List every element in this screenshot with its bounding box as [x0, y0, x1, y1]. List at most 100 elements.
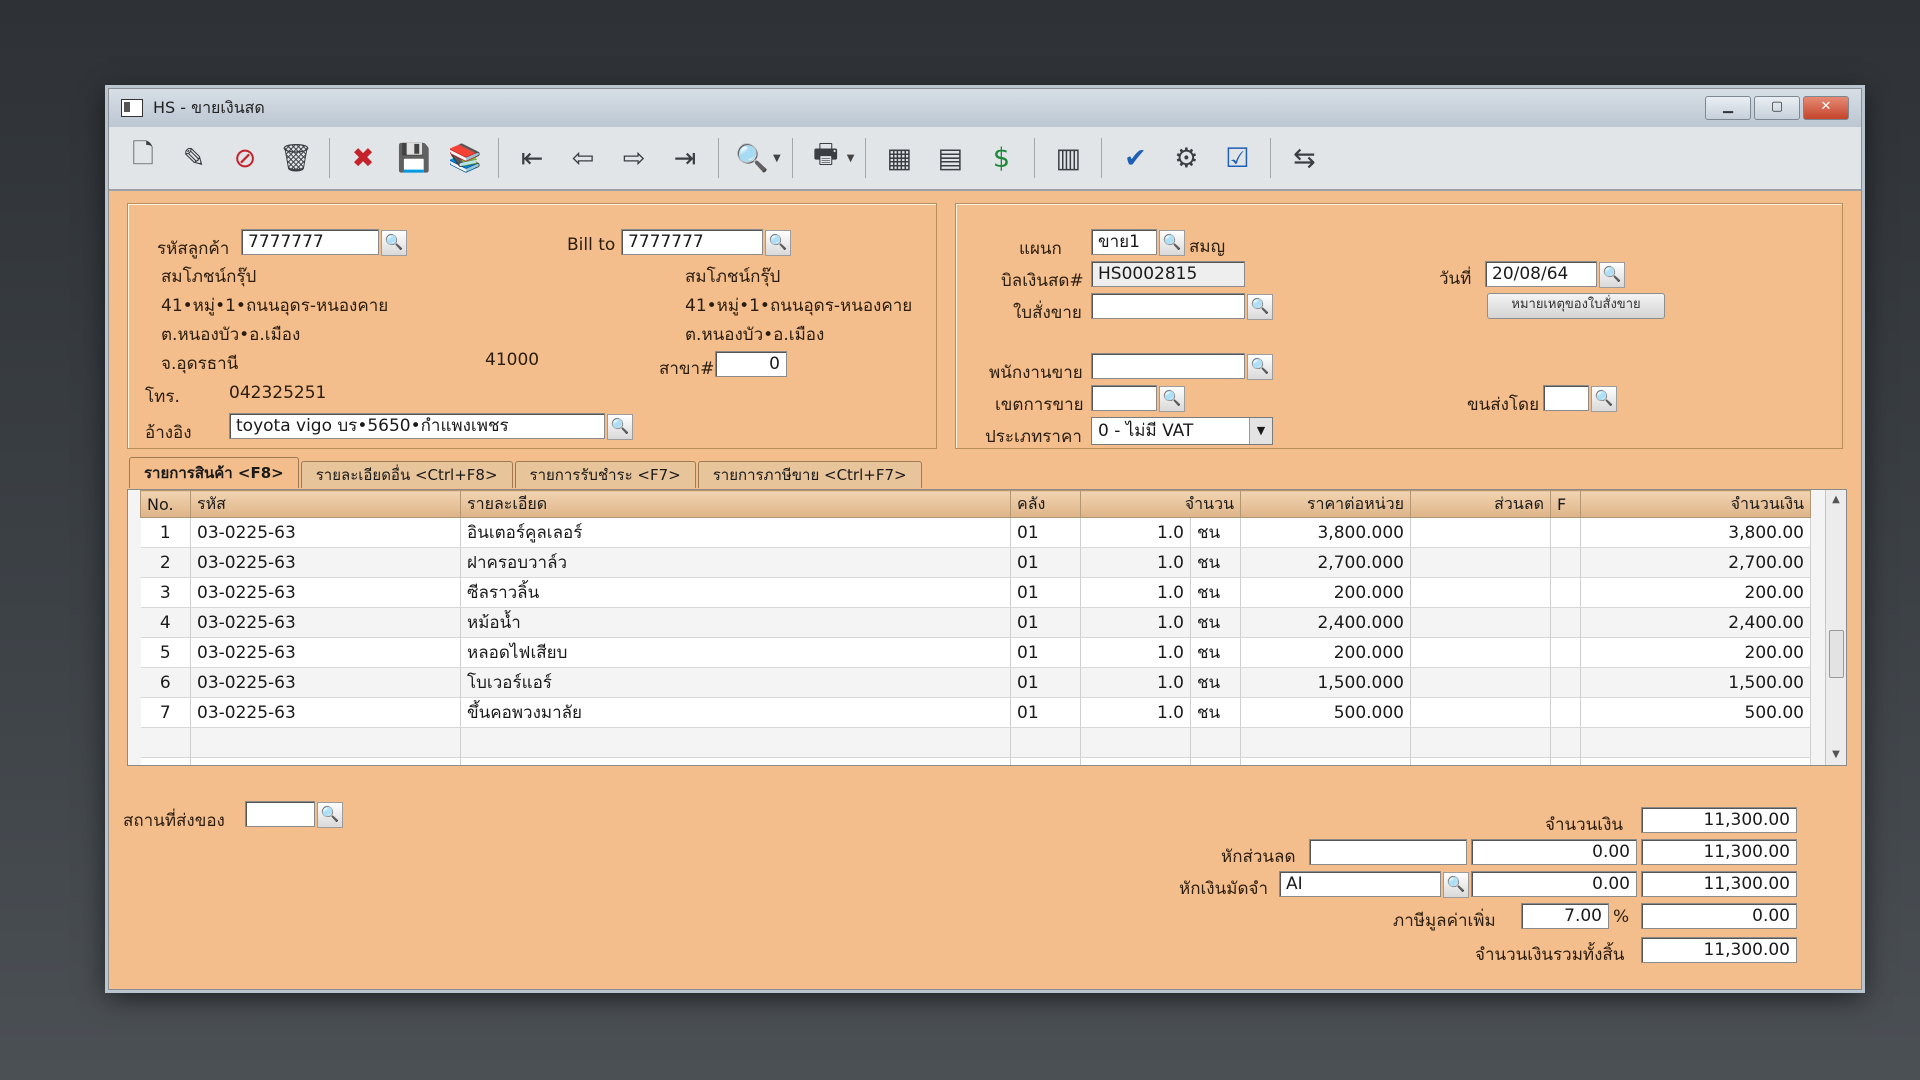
new-document-icon[interactable]: 🗋 [121, 136, 165, 180]
deposit-value[interactable]: 0.00 [1471, 871, 1637, 897]
cell-warehouse[interactable]: 01 [1010, 607, 1081, 638]
cell-discount[interactable] [1410, 547, 1551, 578]
cell-description[interactable]: โบเวอร์แอร์ [460, 667, 1011, 698]
cell-discount[interactable] [1410, 667, 1551, 698]
sales-order-search-icon[interactable]: 🔍 [1247, 294, 1273, 320]
title-bar[interactable]: HS - ขายเงินสด ▁ ▢ ✕ [109, 89, 1861, 127]
vertical-scrollbar[interactable]: ▲ ▼ [1825, 490, 1846, 765]
ship-by-input[interactable] [1543, 385, 1589, 411]
money-icon[interactable]: $ [979, 136, 1023, 180]
tab-payments[interactable]: รายการรับชำระ <F7> [514, 461, 696, 488]
deposit-code-input[interactable]: AI [1279, 871, 1441, 897]
ok-box-icon[interactable]: ☑ [1215, 136, 1259, 180]
cell-warehouse[interactable]: 01 [1010, 697, 1081, 728]
ship-place-search-icon[interactable]: 🔍 [317, 802, 343, 828]
bill-number-input[interactable]: HS0002815 [1091, 261, 1245, 287]
cell-warehouse[interactable]: 01 [1010, 547, 1081, 578]
date-input[interactable]: 20/08/64 [1485, 261, 1597, 287]
discount-input[interactable] [1309, 839, 1467, 865]
edit-icon[interactable]: ✎ [172, 136, 216, 180]
close-button[interactable]: ✕ [1803, 96, 1849, 120]
col-discount[interactable]: ส่วนลด [1410, 490, 1551, 518]
cancel-icon[interactable]: ✖ [341, 136, 385, 180]
cell-flag[interactable] [1550, 697, 1581, 728]
table-row[interactable]: 4 03-0225-63 หม้อน้ำ 01 1.0 ชน 2,400.000… [140, 607, 1811, 638]
chevron-down-icon[interactable]: ▼ [847, 153, 855, 164]
table-row[interactable]: 5 03-0225-63 หลอดไฟเสียบ 01 1.0 ชน 200.0… [140, 637, 1811, 668]
cell-code[interactable]: 03-0225-63 [190, 697, 461, 728]
cell-discount[interactable] [1410, 577, 1551, 608]
cell-quantity[interactable]: 1.0 [1080, 637, 1191, 668]
ship-by-search-icon[interactable]: 🔍 [1591, 386, 1617, 412]
cell-unit-price[interactable]: 3,800.000 [1240, 517, 1411, 548]
form-icon[interactable]: ▤ [928, 136, 972, 180]
ship-place-input[interactable] [245, 801, 315, 827]
scroll-up-icon[interactable]: ▲ [1826, 490, 1846, 510]
reference-input[interactable]: toyota vigo บร•5650•กำแพงเพชร [229, 413, 605, 439]
deposit-search-icon[interactable]: 🔍 [1443, 872, 1469, 898]
cell-flag[interactable] [1550, 667, 1581, 698]
col-no[interactable]: No. [140, 490, 191, 518]
table-row[interactable]: 6 03-0225-63 โบเวอร์แอร์ 01 1.0 ชน 1,500… [140, 667, 1811, 698]
tools-icon[interactable]: ⚙ [1164, 136, 1208, 180]
cell-description[interactable]: หลอดไฟเสียบ [460, 637, 1011, 668]
maximize-button[interactable]: ▢ [1754, 96, 1800, 120]
chevron-down-icon[interactable]: ▼ [1249, 418, 1272, 444]
books-icon[interactable]: 📚 [443, 136, 487, 180]
cell-description[interactable]: หม้อน้ำ [460, 607, 1011, 638]
scroll-thumb[interactable] [1829, 630, 1844, 678]
cell-flag[interactable] [1550, 577, 1581, 608]
tab-items[interactable]: รายการสินค้า <F8> [129, 457, 299, 488]
branch-input[interactable]: 0 [715, 351, 787, 377]
cell-code[interactable]: 03-0225-63 [190, 517, 461, 548]
salesman-search-icon[interactable]: 🔍 [1247, 354, 1273, 380]
ok-user-icon[interactable]: ✔ [1113, 136, 1157, 180]
col-quantity[interactable]: จำนวน [1080, 490, 1241, 518]
cell-description[interactable]: อินเตอร์คูลเลอร์ [460, 517, 1011, 548]
cell-flag[interactable] [1550, 607, 1581, 638]
cell-quantity[interactable]: 1.0 [1080, 607, 1191, 638]
cell-warehouse[interactable]: 01 [1010, 637, 1081, 668]
next-record-icon[interactable]: ⇨ [612, 136, 656, 180]
discount-value[interactable]: 0.00 [1471, 839, 1637, 865]
sales-zone-input[interactable] [1091, 385, 1157, 411]
col-description[interactable]: รายละเอียด [460, 490, 1011, 518]
customer-code-input[interactable]: 7777777 [241, 229, 379, 255]
previous-record-icon[interactable]: ⇦ [561, 136, 605, 180]
table-row[interactable]: 2 03-0225-63 ฝาครอบวาล์ว 01 1.0 ชน 2,700… [140, 547, 1811, 578]
cell-description[interactable]: ขึ้นคอพวงมาลัย [460, 697, 1011, 728]
department-search-icon[interactable]: 🔍 [1159, 230, 1185, 256]
cell-unit-price[interactable]: 200.000 [1240, 637, 1411, 668]
cell-unit-price[interactable]: 2,700.000 [1240, 547, 1411, 578]
table-row[interactable]: 3 03-0225-63 ซีลราวลิ้น 01 1.0 ชน 200.00… [140, 577, 1811, 608]
transfer-icon[interactable]: ⇆ [1282, 136, 1326, 180]
table-row-empty[interactable] [140, 757, 1811, 765]
cell-code[interactable]: 03-0225-63 [190, 637, 461, 668]
table-row[interactable]: 1 03-0225-63 อินเตอร์คูลเลอร์ 01 1.0 ชน … [140, 517, 1811, 548]
items-grid[interactable]: No. รหัส รายละเอียด คลัง จำนวน ราคาต่อหน… [127, 489, 1847, 766]
col-amount[interactable]: จำนวนเงิน [1580, 490, 1811, 518]
calendar-icon[interactable]: ▥ [1046, 136, 1090, 180]
printer-icon[interactable]: 🖶 [804, 136, 848, 180]
cell-warehouse[interactable]: 01 [1010, 517, 1081, 548]
cell-description[interactable]: ฝาครอบวาล์ว [460, 547, 1011, 578]
cell-code[interactable]: 03-0225-63 [190, 577, 461, 608]
billto-search-icon[interactable]: 🔍 [765, 230, 791, 256]
cell-quantity[interactable]: 1.0 [1080, 517, 1191, 548]
cell-quantity[interactable]: 1.0 [1080, 667, 1191, 698]
cell-discount[interactable] [1410, 697, 1551, 728]
first-record-icon[interactable]: ⇤ [510, 136, 554, 180]
chevron-down-icon[interactable]: ▼ [773, 153, 781, 164]
cell-discount[interactable] [1410, 607, 1551, 638]
customer-search-icon[interactable]: 🔍 [381, 230, 407, 256]
col-warehouse[interactable]: คลัง [1010, 490, 1081, 518]
last-record-icon[interactable]: ⇥ [663, 136, 707, 180]
col-code[interactable]: รหัส [190, 490, 461, 518]
cell-flag[interactable] [1550, 547, 1581, 578]
save-icon[interactable]: 💾 [392, 136, 436, 180]
salesman-input[interactable] [1091, 353, 1245, 379]
cell-unit-price[interactable]: 200.000 [1240, 577, 1411, 608]
sales-zone-search-icon[interactable]: 🔍 [1159, 386, 1185, 412]
table-row[interactable]: 7 03-0225-63 ขึ้นคอพวงมาลัย 01 1.0 ชน 50… [140, 697, 1811, 728]
cell-description[interactable]: ซีลราวลิ้น [460, 577, 1011, 608]
